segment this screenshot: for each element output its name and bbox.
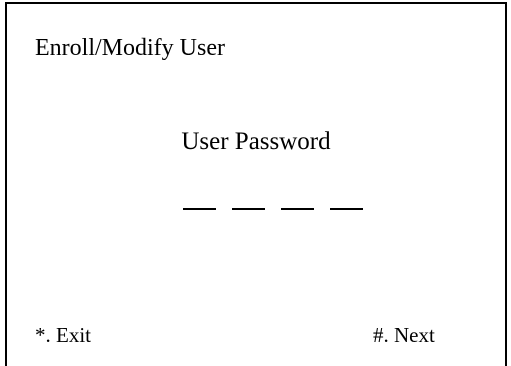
password-input[interactable] (183, 208, 363, 210)
password-digit-slot (281, 208, 314, 210)
password-digit-slot (330, 208, 363, 210)
next-softkey[interactable]: #. Next (373, 322, 435, 348)
password-digit-slot (232, 208, 265, 210)
exit-softkey[interactable]: *. Exit (35, 322, 91, 348)
device-screen: Enroll/Modify User User Password *. Exit… (5, 2, 507, 366)
password-label: User Password (181, 128, 331, 155)
screen-title: Enroll/Modify User (35, 35, 225, 61)
password-digit-slot (183, 208, 216, 210)
